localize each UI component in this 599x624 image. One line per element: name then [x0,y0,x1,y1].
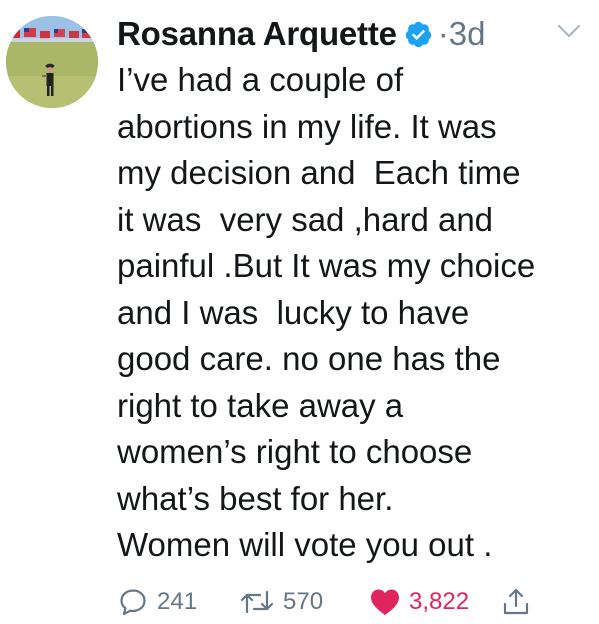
tweet-text-line: what’s best for her. [117,479,394,517]
tweet-text-line: abortions in my life. It was [117,107,497,145]
share-icon [501,586,531,618]
like-button[interactable]: 3,822 [369,580,469,624]
tweet-text-line: I’ve had a couple of [117,61,404,98]
tweet-text-line: good care. no one has the [117,340,501,377]
tweet-actions: 241 570 3,822 [117,580,587,624]
like-count: 3,822 [409,588,470,615]
retweet-count: 570 [283,588,324,615]
author-display-name[interactable]: Rosanna Arquette [117,15,397,53]
tweet-text-line: my decision and Each time [117,154,521,191]
chevron-down-icon[interactable] [556,22,582,40]
tweet[interactable]: Rosanna Arquette · 3d I’ve had a couple … [0,0,599,624]
heart-icon [369,587,401,617]
tweet-header: Rosanna Arquette · 3d [117,12,486,56]
verified-badge-icon [404,20,433,49]
comment-bubble-icon [117,586,149,618]
tweet-text-line: and I was lucky to have [117,293,470,331]
separator-dot: · [437,15,449,52]
avatar-image [6,16,98,108]
reply-button[interactable]: 241 [117,580,197,624]
share-button[interactable] [501,580,531,624]
avatar[interactable] [6,16,98,108]
retweet-icon [239,587,275,617]
tweet-text-line: women’s right to choose [117,433,473,470]
tweet-text-line: painful .But It was my choice [117,247,536,284]
tweet-text-line: Women will vote you out . [117,526,493,563]
tweet-text: I’ve had a couple of abortions in my lif… [117,57,587,569]
retweet-button[interactable]: 570 [239,580,323,624]
reply-count: 241 [157,588,198,615]
tweet-text-line: it was very sad ,hard and [117,200,494,238]
tweet-timestamp[interactable]: 3d [449,15,486,53]
tweet-text-line: right to take away a [117,386,404,424]
